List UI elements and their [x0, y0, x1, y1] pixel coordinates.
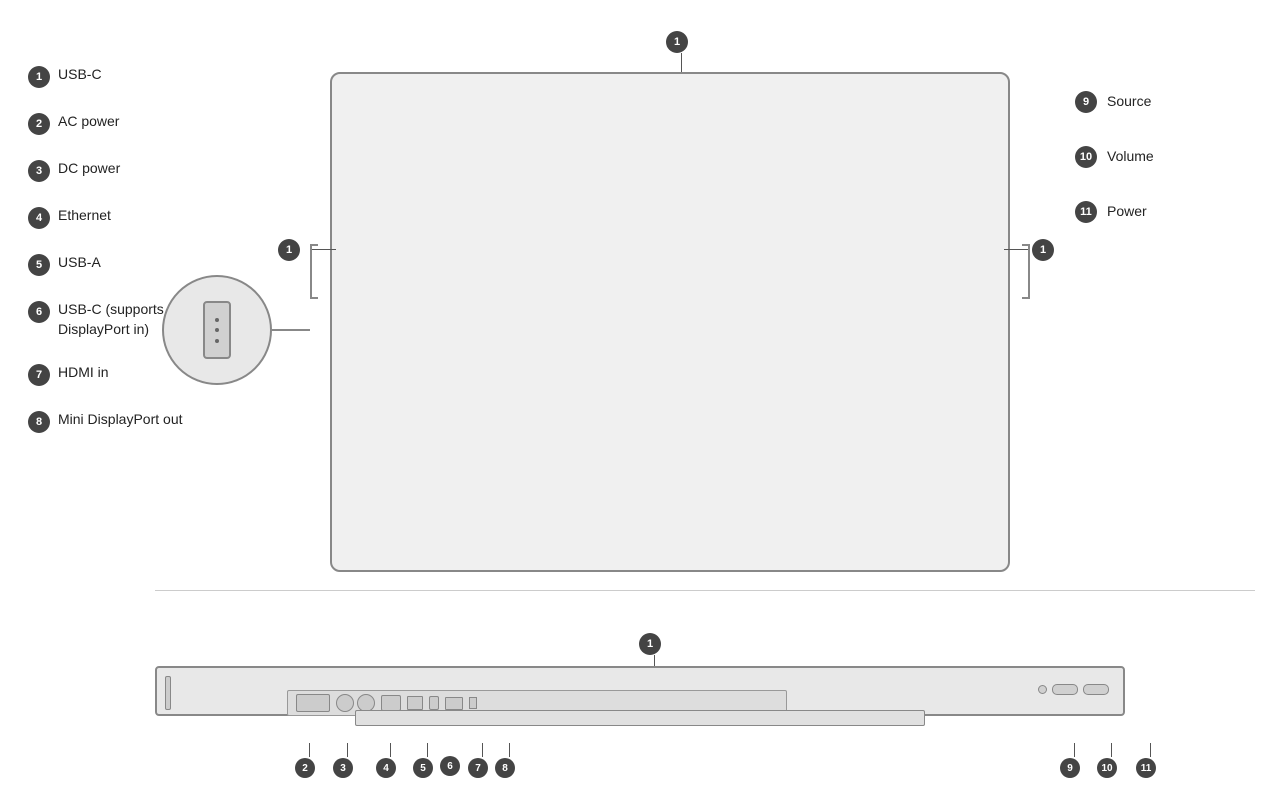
label-item-5: 5 USB-A [28, 253, 268, 276]
label-text-7: HDMI in [58, 363, 109, 383]
badge-bottom-8: 8 [495, 758, 515, 778]
badge-2: 2 [28, 113, 50, 135]
page: 1 USB-C 2 AC power 3 DC power 4 Ethernet… [0, 0, 1283, 807]
badge-left-1: 1 [278, 239, 300, 261]
device-left-detail [165, 676, 171, 710]
bottom-label-2: 2 [295, 743, 323, 778]
badge-bottom-6: 6 [440, 756, 460, 776]
bottom-label-5: 5 [413, 743, 441, 778]
label-text-3: DC power [58, 159, 120, 179]
badge-7: 7 [28, 364, 50, 386]
btn-pill-11 [1083, 684, 1109, 695]
zoom-connect-line [272, 329, 310, 331]
badge-bottom-5: 5 [413, 758, 433, 778]
badge-9: 9 [1075, 91, 1097, 113]
label-text-5: USB-A [58, 253, 101, 273]
right-label-item-9: 9 Source [1075, 90, 1255, 113]
bottom-label-9: 9 [1060, 743, 1088, 778]
left-side-line [312, 249, 336, 250]
line-2 [309, 743, 310, 757]
zoom-dot-2 [215, 328, 219, 332]
badge-1: 1 [28, 66, 50, 88]
left-labels: 1 USB-C 2 AC power 3 DC power 4 Ethernet… [28, 65, 268, 457]
btn-circle-9 [1038, 685, 1047, 694]
badge-bottom-7: 7 [468, 758, 488, 778]
bottom-section: 1 [0, 600, 1283, 807]
label-text-1: USB-C [58, 65, 102, 85]
label-text-4: Ethernet [58, 206, 111, 226]
label-text-6: USB-C (supportsDisplayPort in) [58, 300, 164, 339]
badge-8: 8 [28, 411, 50, 433]
label-text-8: Mini DisplayPort out [58, 410, 183, 430]
port-usbc [429, 696, 439, 710]
badge-bottom-4: 4 [376, 758, 396, 778]
right-labels: 9 Source 10 Volume 11 Power [1075, 90, 1255, 255]
btn-pill-10 [1052, 684, 1078, 695]
badge-6: 6 [28, 301, 50, 323]
bottom-label-7: 7 [468, 743, 496, 778]
top-section: 1 USB-C 2 AC power 3 DC power 4 Ethernet… [0, 0, 1283, 580]
port-hdmi [445, 697, 463, 710]
port-dc-1 [336, 694, 354, 712]
line-11 [1150, 743, 1151, 757]
label-text-2: AC power [58, 112, 119, 132]
badge-bottom-10: 10 [1097, 758, 1117, 778]
label-item-1: 1 USB-C [28, 65, 268, 88]
line-10 [1111, 743, 1112, 757]
bottom-label-6: 6 [440, 755, 468, 776]
label-item-8: 8 Mini DisplayPort out [28, 410, 268, 433]
line-9 [1074, 743, 1075, 757]
right-label-item-10: 10 Volume [1075, 145, 1255, 168]
badge-top-1: 1 [666, 31, 688, 53]
zoom-dot-3 [215, 339, 219, 343]
label-item-4: 4 Ethernet [28, 206, 268, 229]
right-side-line [1004, 249, 1028, 250]
port-usba [407, 696, 423, 710]
device-right-buttons [1038, 684, 1109, 695]
line-3 [347, 743, 348, 757]
left-side-badge-area: 1 [278, 238, 336, 261]
zoom-circle [162, 275, 272, 385]
port-ethernet [381, 695, 401, 711]
badge-bottom-2: 2 [295, 758, 315, 778]
label-text-10: Volume [1107, 147, 1154, 167]
badge-bottom-11: 11 [1136, 758, 1156, 778]
label-item-2: 2 AC power [28, 112, 268, 135]
badge-bottom-3: 3 [333, 758, 353, 778]
label-item-3: 3 DC power [28, 159, 268, 182]
label-text-11: Power [1107, 202, 1147, 222]
device-body [155, 666, 1125, 716]
right-label-item-11: 11 Power [1075, 200, 1255, 223]
zoom-dot-1 [215, 318, 219, 322]
label-text-9: Source [1107, 92, 1151, 112]
line-7 [482, 743, 483, 757]
badge-11: 11 [1075, 201, 1097, 223]
display-diagram: 1 1 1 [330, 30, 1010, 590]
display-outer [330, 72, 1010, 572]
badge-4: 4 [28, 207, 50, 229]
bottom-badge-1: 1 [639, 633, 661, 655]
badge-3: 3 [28, 160, 50, 182]
bottom-label-11: 11 [1136, 743, 1164, 778]
line-5 [427, 743, 428, 757]
bottom-label-8: 8 [495, 743, 523, 778]
bottom-label-4: 4 [376, 743, 404, 778]
device-stand [355, 710, 925, 726]
port-ac [296, 694, 330, 712]
port-minidp [469, 697, 477, 709]
badge-bottom-9: 9 [1060, 758, 1080, 778]
bottom-label-10: 10 [1097, 743, 1125, 778]
line-4 [390, 743, 391, 757]
zoom-inner [203, 301, 231, 359]
line-8 [509, 743, 510, 757]
badge-right-1: 1 [1032, 239, 1054, 261]
divider-line [155, 590, 1255, 591]
badge-10: 10 [1075, 146, 1097, 168]
badge-5: 5 [28, 254, 50, 276]
bottom-label-3: 3 [333, 743, 361, 778]
right-side-badge-area: 1 [1004, 238, 1062, 261]
bottom-device-diagram: 1 [155, 630, 1125, 760]
